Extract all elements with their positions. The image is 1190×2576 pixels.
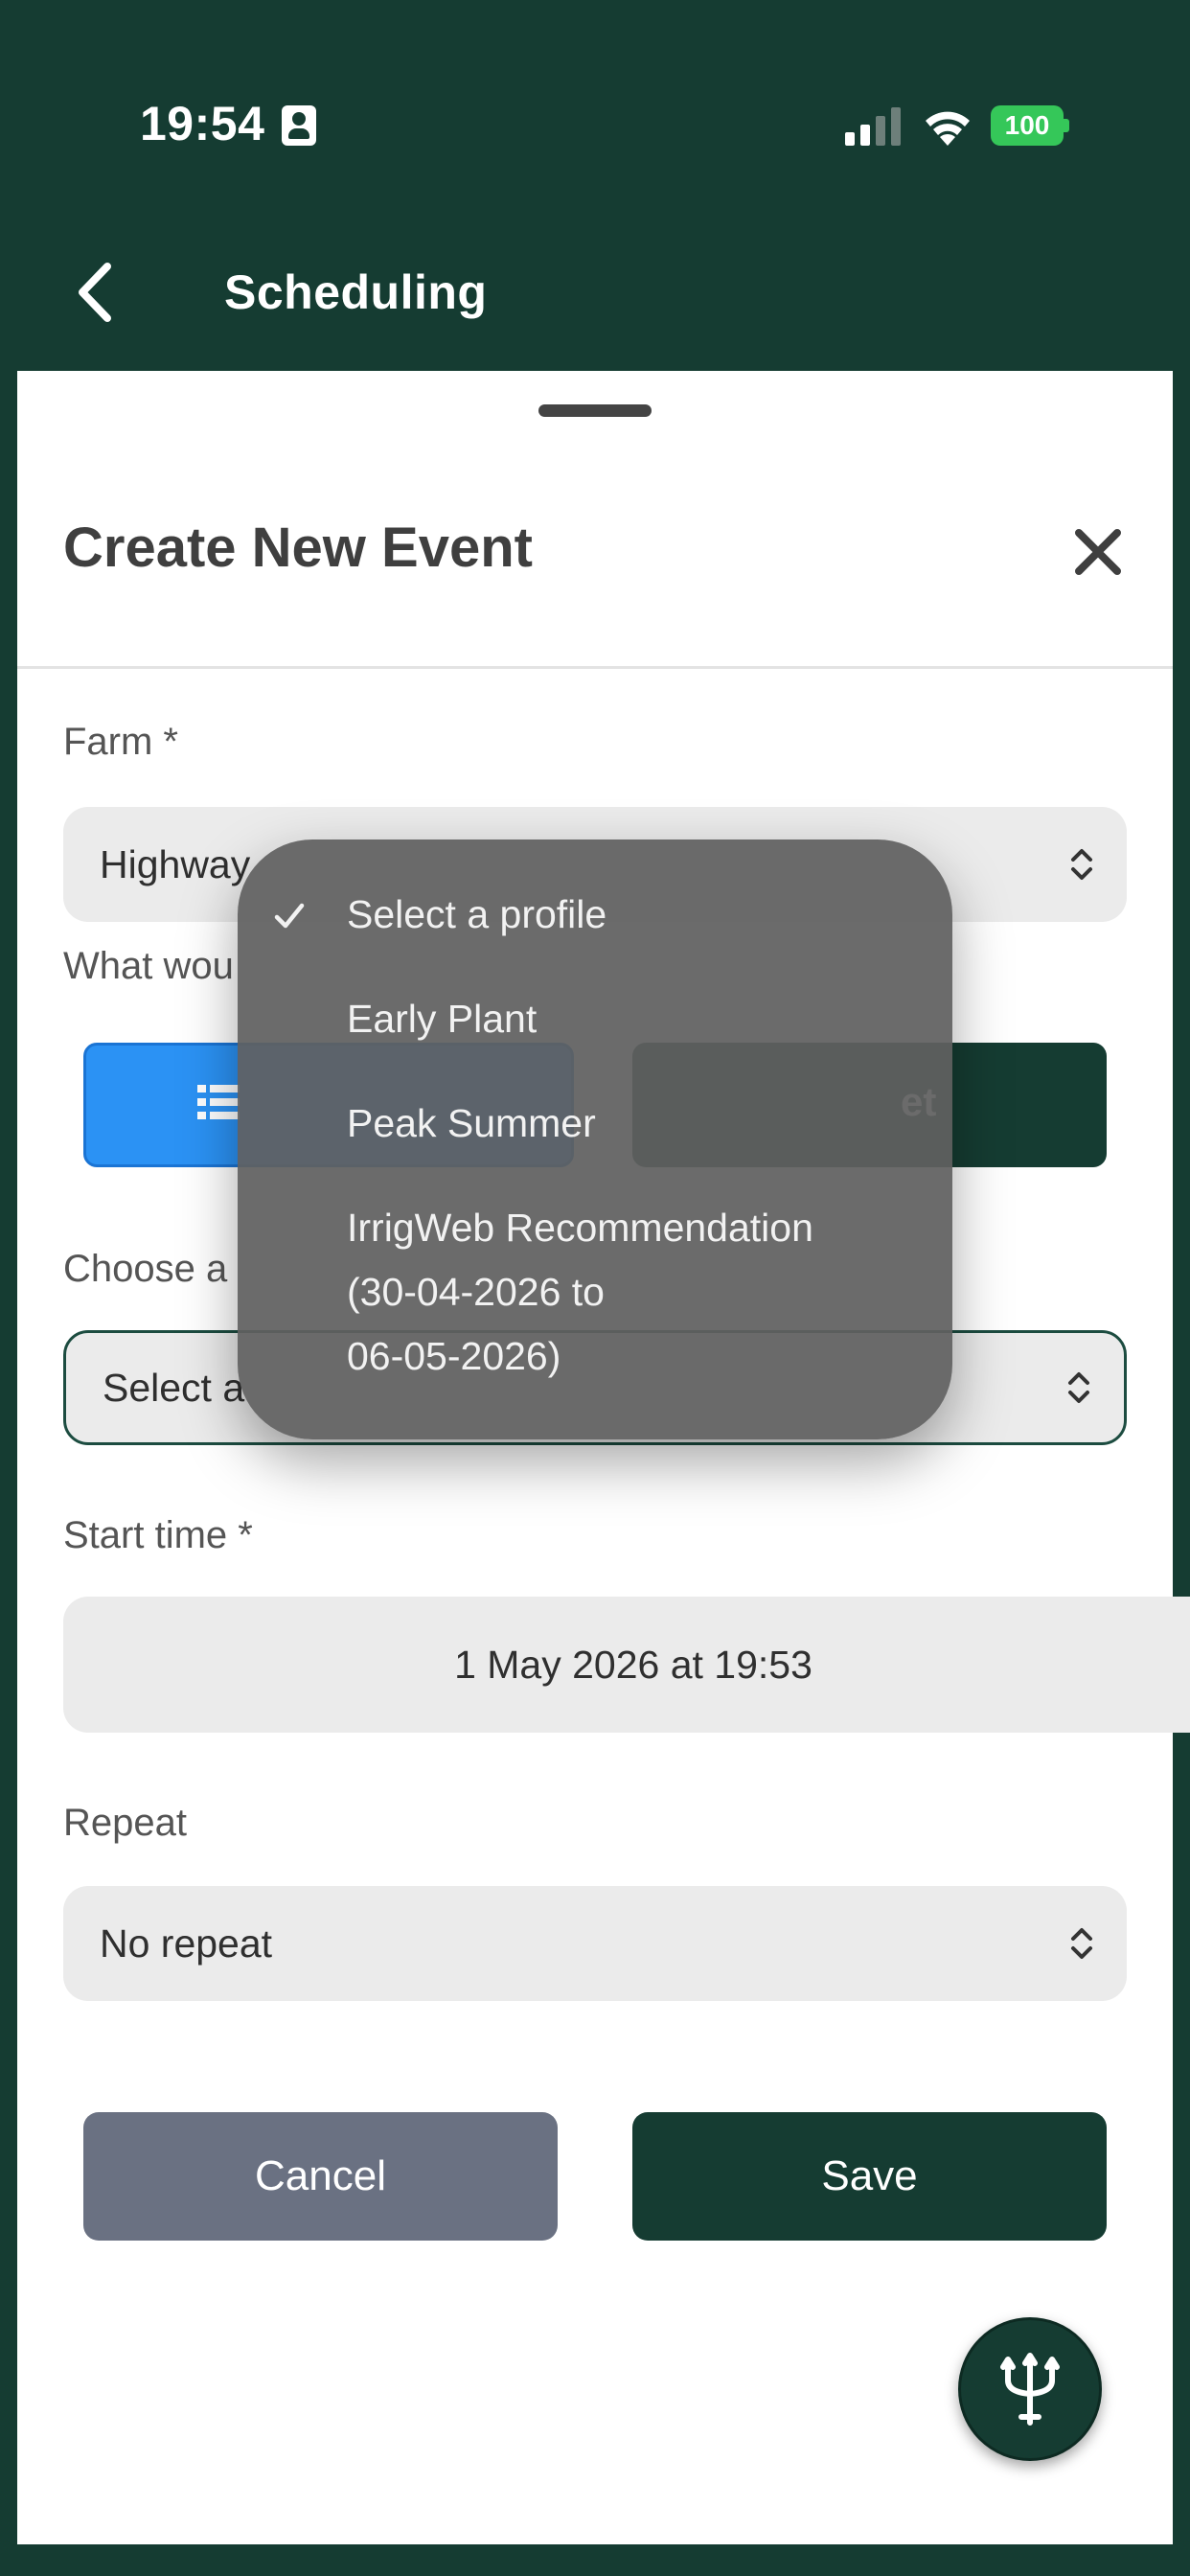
- chevron-updown-icon: [1071, 1928, 1092, 1959]
- farm-value: Highway: [100, 841, 251, 886]
- profile-label: Choose a: [63, 1248, 228, 1290]
- id-card-icon: [282, 105, 316, 146]
- back-chevron-icon[interactable]: [69, 259, 126, 326]
- nav-title: Scheduling: [224, 265, 488, 319]
- repeat-value: No repeat: [100, 1920, 273, 1966]
- start-time-value: 1 May 2026 at 19:53: [454, 1642, 812, 1687]
- save-button[interactable]: Save: [632, 2112, 1107, 2241]
- start-time-picker[interactable]: 1 May 2026 at 19:53: [63, 1597, 1190, 1733]
- trident-button[interactable]: [958, 2317, 1102, 2461]
- header-divider: [17, 666, 1173, 669]
- sheet-title: Create New Event: [63, 517, 533, 579]
- farm-label: Farm *: [63, 721, 178, 763]
- repeat-label: Repeat: [63, 1802, 187, 1844]
- chevron-updown-icon: [1068, 1372, 1089, 1403]
- menu-item-select-profile[interactable]: Select a profile: [347, 883, 606, 947]
- sheet-grabber[interactable]: [538, 404, 652, 417]
- checkmark-icon: [274, 903, 305, 929]
- event-type-label: What wou: [63, 945, 234, 987]
- menu-item-early-plant[interactable]: Early Plant: [347, 987, 537, 1051]
- list-icon: [197, 1085, 240, 1119]
- menu-item-line-1: IrrigWeb Recommendation: [347, 1206, 813, 1250]
- menu-item-irrigweb-recommendation[interactable]: IrrigWeb Recommendation (30-04-2026 to 0…: [347, 1196, 813, 1389]
- battery-level: 100: [991, 105, 1064, 146]
- menu-item-line-2: (30-04-2026 to: [347, 1270, 605, 1314]
- signal-icon: [845, 107, 901, 146]
- battery-icon: 100: [991, 105, 1069, 146]
- profile-value: Select a: [103, 1365, 245, 1410]
- chevron-updown-icon: [1071, 849, 1092, 880]
- menu-item-line-3: 06-05-2026): [347, 1334, 561, 1378]
- menu-item-peak-summer[interactable]: Peak Summer: [347, 1092, 596, 1156]
- cancel-button[interactable]: Cancel: [83, 2112, 558, 2241]
- start-time-label: Start time *: [63, 1514, 253, 1556]
- wifi-icon: [926, 111, 970, 146]
- status-time: 19:54: [140, 97, 265, 150]
- repeat-select[interactable]: No repeat: [63, 1886, 1127, 2001]
- trident-icon: [1000, 2353, 1060, 2426]
- profile-dropdown-menu: Select a profile Early Plant Peak Summer…: [238, 840, 952, 1439]
- close-icon[interactable]: [1071, 525, 1125, 579]
